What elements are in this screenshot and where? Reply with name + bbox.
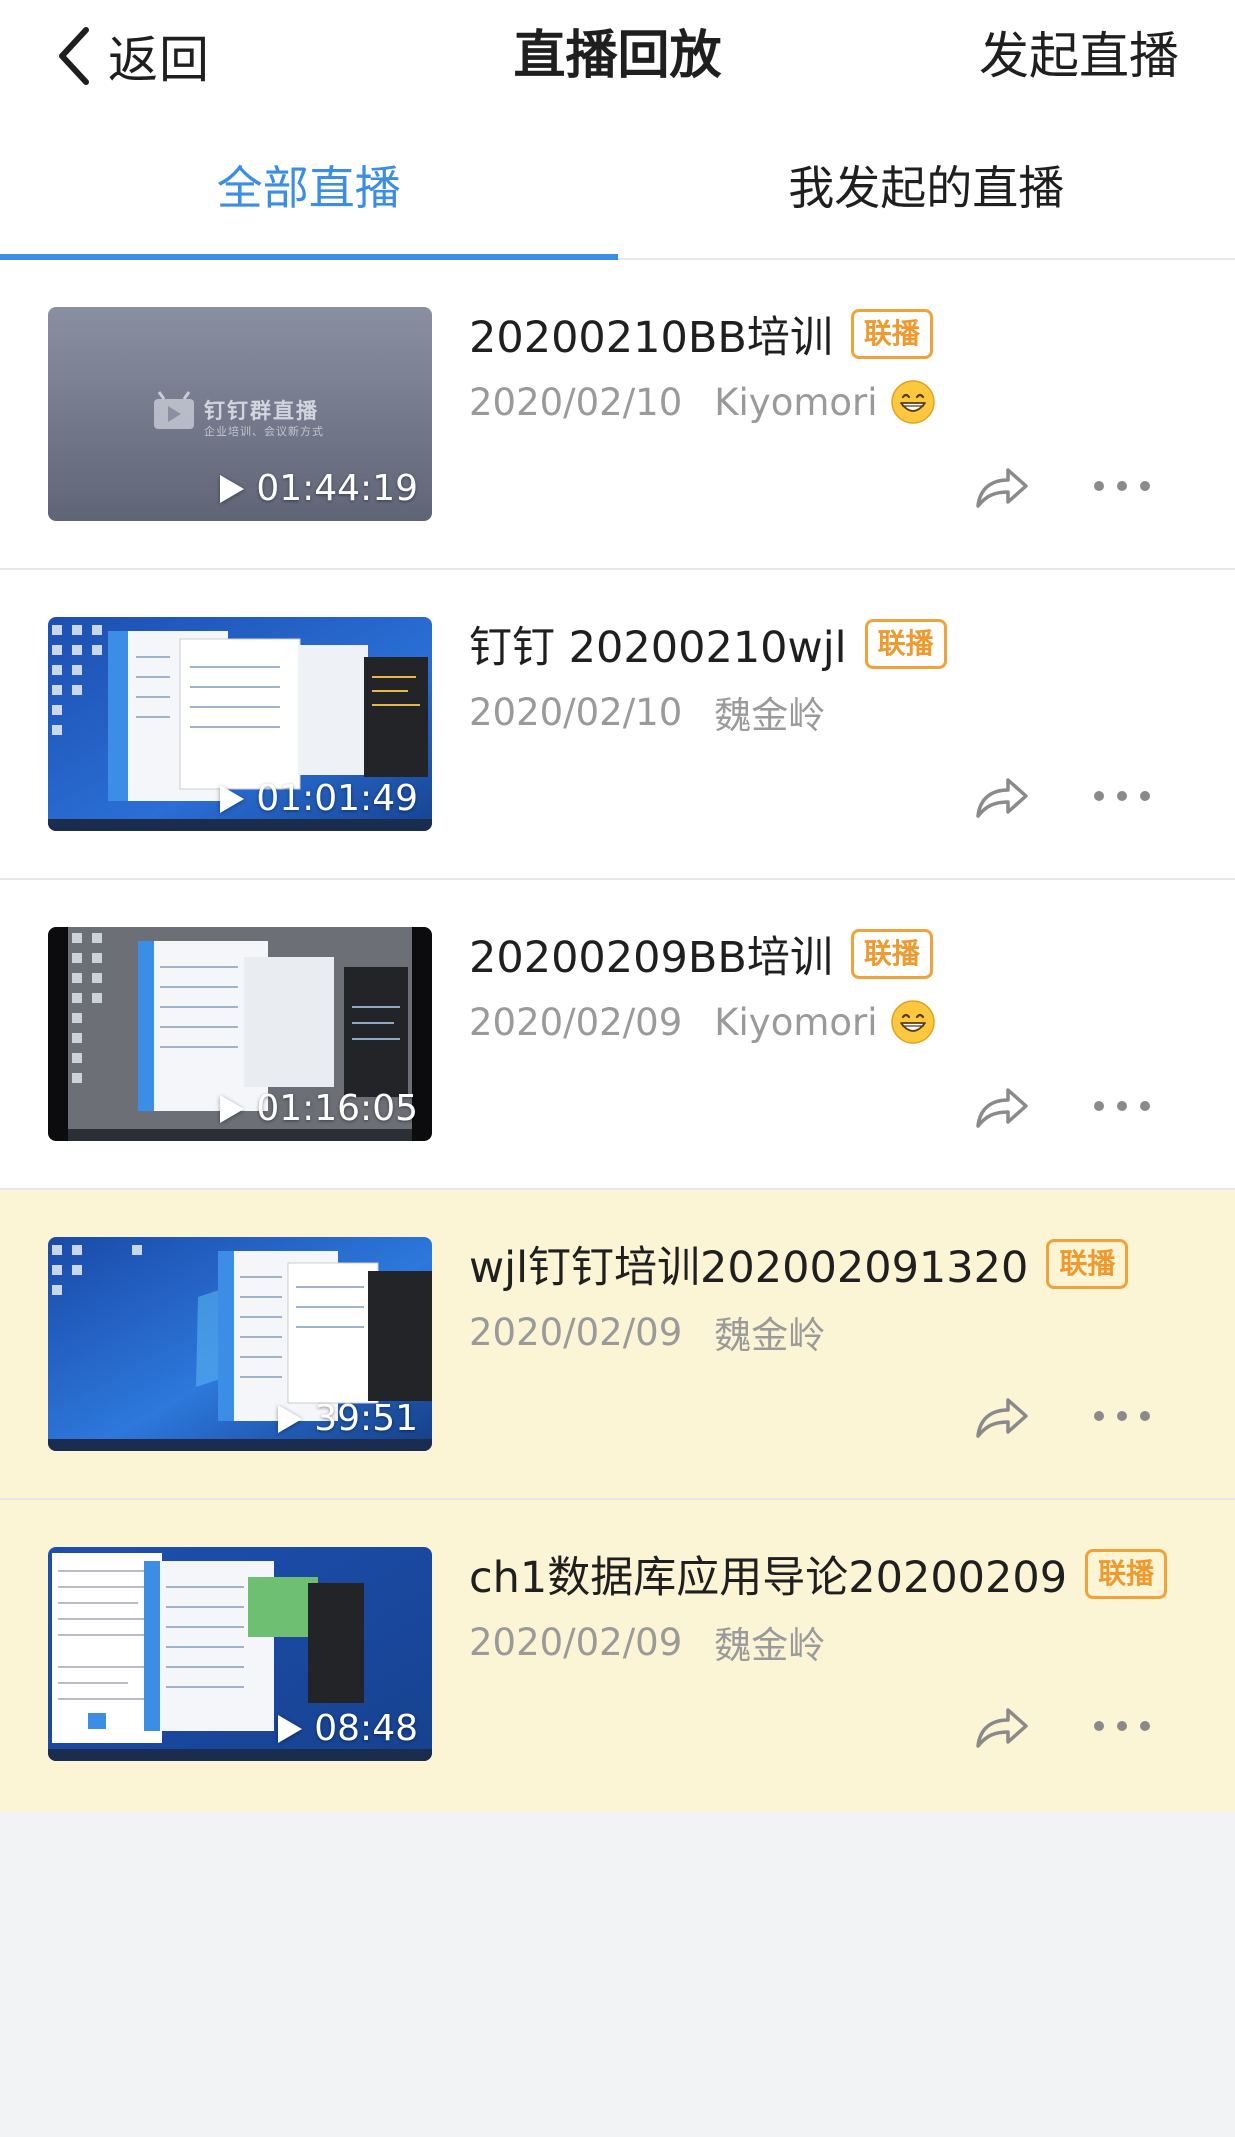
replay-meta: 2020/02/09 魏金岭 — [469, 1612, 825, 1672]
video-thumbnail[interactable]: 01:16:05 — [48, 927, 432, 1141]
dot — [1117, 791, 1127, 801]
dot — [1094, 481, 1104, 491]
replay-title[interactable]: ch1数据库应用导论20200209 — [469, 1543, 1067, 1605]
dot — [1094, 1411, 1104, 1421]
dot — [1094, 1101, 1104, 1111]
duration-text: 01:44:19 — [256, 468, 418, 509]
live-replay-page: 返回 直播回放 发起直播 全部直播 我发起的直播 钉钉群直播 企业培训、会议新方… — [0, 0, 1235, 2137]
dot — [1117, 1411, 1127, 1421]
tab-label: 我发起的直播 — [788, 161, 1065, 215]
share-icon[interactable] — [972, 1386, 1032, 1446]
replay-item[interactable]: 08:48 ch1数据库应用导论20200209 联播 2020/02/09 魏… — [0, 1500, 1235, 1812]
video-duration: 39:51 — [278, 1398, 418, 1439]
nav-bar: 返回 直播回放 发起直播 — [0, 0, 1235, 112]
dot — [1140, 791, 1150, 801]
replay-title[interactable]: wjl钉钉培训202002091320 — [469, 1233, 1028, 1295]
replay-title-line: wjl钉钉培训202002091320 联播 — [469, 1232, 1195, 1296]
back-label: 返回 — [108, 31, 210, 89]
play-icon — [278, 1404, 303, 1433]
tab-label: 全部直播 — [216, 161, 401, 215]
thumbnail-slogan: 企业培训、会议新方式 — [204, 425, 324, 438]
replay-author: 魏金岭 — [714, 694, 826, 737]
back-button[interactable]: 返回 — [56, 20, 210, 92]
replay-item[interactable]: 01:16:05 20200209BB培训 联播 2020/02/09 Kiyo… — [0, 880, 1235, 1190]
dot — [1140, 1721, 1150, 1731]
share-icon[interactable] — [972, 766, 1032, 826]
dot — [1094, 791, 1104, 801]
dot — [1117, 1101, 1127, 1111]
replay-date: 2020/02/09 — [469, 1620, 683, 1664]
replay-meta: 2020/02/09 Kiyomori — [469, 992, 936, 1052]
replay-title[interactable]: 20200210BB培训 — [469, 303, 833, 365]
co-broadcast-badge: 联播 — [1046, 1239, 1129, 1289]
co-broadcast-badge: 联播 — [864, 619, 947, 669]
dot — [1140, 481, 1150, 491]
replay-title[interactable]: 20200209BB培训 — [469, 923, 833, 985]
more-options-icon[interactable] — [1094, 468, 1150, 504]
replay-author: 魏金岭 — [714, 1624, 826, 1667]
play-icon — [220, 1094, 245, 1123]
replay-item[interactable]: 01:01:49 钉钉 20200210wjl 联播 2020/02/10 魏金… — [0, 570, 1235, 880]
tab-my-live[interactable]: 我发起的直播 — [618, 112, 1235, 258]
play-icon — [220, 784, 245, 813]
video-duration: 01:16:05 — [220, 1088, 418, 1129]
replay-author: 魏金岭 — [714, 1314, 826, 1357]
dot — [1140, 1411, 1150, 1421]
video-thumbnail[interactable]: 钉钉群直播 企业培训、会议新方式 01:44:19 — [48, 307, 432, 521]
replay-title-line: 20200210BB培训 联播 — [469, 302, 1195, 366]
replay-author: Kiyomori — [714, 1000, 878, 1044]
replay-title-line: 20200209BB培训 联播 — [469, 922, 1195, 986]
replay-item[interactable]: 钉钉群直播 企业培训、会议新方式 01:44:19 20200210BB培训 联… — [0, 260, 1235, 570]
replay-date: 2020/02/09 — [469, 1000, 683, 1044]
duration-text: 01:16:05 — [256, 1088, 418, 1129]
more-options-icon[interactable] — [1094, 778, 1150, 814]
video-duration: 01:01:49 — [220, 778, 418, 819]
duration-text: 39:51 — [314, 1398, 418, 1439]
share-icon[interactable] — [972, 1076, 1032, 1136]
duration-text: 01:01:49 — [256, 778, 418, 819]
replay-meta: 2020/02/10 Kiyomori — [469, 372, 936, 432]
replay-meta: 2020/02/10 魏金岭 — [469, 682, 825, 742]
video-thumbnail[interactable]: 01:01:49 — [48, 617, 432, 831]
replay-author: Kiyomori — [714, 380, 878, 424]
video-duration: 01:44:19 — [220, 468, 418, 509]
replay-meta: 2020/02/09 魏金岭 — [469, 1302, 825, 1362]
replay-date: 2020/02/09 — [469, 1310, 683, 1354]
replay-item[interactable]: 39:51 wjl钉钉培训202002091320 联播 2020/02/09 … — [0, 1190, 1235, 1500]
dot — [1117, 1721, 1127, 1731]
co-broadcast-badge: 联播 — [850, 309, 933, 359]
grinning-face-emoji-icon — [890, 379, 936, 425]
video-thumbnail[interactable]: 08:48 — [48, 1547, 432, 1761]
replay-list: 钉钉群直播 企业培训、会议新方式 01:44:19 20200210BB培训 联… — [0, 260, 1235, 1812]
thumbnail-brand: 钉钉群直播 — [204, 399, 319, 423]
replay-date: 2020/02/10 — [469, 690, 683, 734]
more-options-icon[interactable] — [1094, 1088, 1150, 1124]
duration-text: 08:48 — [314, 1708, 418, 1749]
share-icon[interactable] — [972, 1696, 1032, 1756]
grinning-face-emoji-icon — [890, 999, 936, 1045]
more-options-icon[interactable] — [1094, 1398, 1150, 1434]
tab-all-live[interactable]: 全部直播 — [0, 112, 618, 260]
play-icon — [278, 1714, 303, 1743]
more-options-icon[interactable] — [1094, 1708, 1150, 1744]
video-thumbnail[interactable]: 39:51 — [48, 1237, 432, 1451]
dot — [1094, 1721, 1104, 1731]
replay-title-line: 钉钉 20200210wjl 联播 — [469, 612, 1195, 676]
dot — [1117, 481, 1127, 491]
replay-date: 2020/02/10 — [469, 380, 683, 424]
video-duration: 08:48 — [278, 1708, 418, 1749]
chevron-left-icon — [56, 26, 92, 86]
co-broadcast-badge: 联播 — [850, 929, 933, 979]
co-broadcast-badge: 联播 — [1085, 1549, 1168, 1599]
replay-title-line: ch1数据库应用导论20200209 联播 — [469, 1542, 1195, 1606]
play-icon — [220, 474, 245, 503]
replay-title[interactable]: 钉钉 20200210wjl — [469, 613, 847, 675]
tab-bar: 全部直播 我发起的直播 — [0, 112, 1235, 260]
start-live-button[interactable]: 发起直播 — [979, 20, 1179, 92]
dot — [1140, 1101, 1150, 1111]
share-icon[interactable] — [972, 456, 1032, 516]
